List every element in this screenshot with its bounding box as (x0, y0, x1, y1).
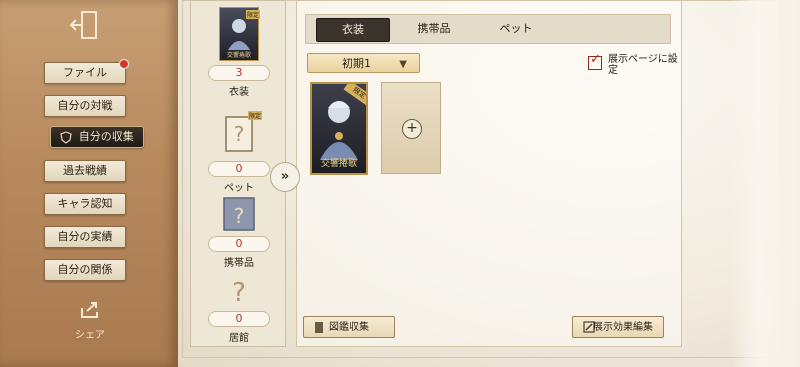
sidebar-item-label: 過去戦績 (63, 164, 107, 177)
costume-card[interactable]: 限定 交響捲歌 (310, 82, 368, 175)
collection-book-button[interactable]: 図鑑収集 (303, 316, 395, 338)
category-costume[interactable]: 限定 交響捲歌 3 衣装 (191, 7, 287, 98)
residence-mystery-icon: ? (224, 273, 254, 308)
sidebar-item-my-collection[interactable]: 自分の収集 (50, 126, 144, 148)
notification-dot (119, 59, 129, 69)
sidebar-item-label: 自分の収集 (78, 130, 134, 143)
expand-chevron-icon[interactable]: » (270, 162, 300, 192)
collection-book-label: 図鑑収集 (329, 322, 369, 333)
residence-label: 居館 (229, 333, 249, 344)
showpage-label: 展示ページに設定 (608, 54, 678, 76)
exit-door-icon[interactable] (68, 8, 102, 42)
sidebar-item-file[interactable]: ファイル (44, 59, 129, 84)
filter-dropdown[interactable]: 初期1 ▼ (307, 53, 420, 73)
pet-count: 0 (208, 161, 270, 177)
tab-costume[interactable]: 衣装 (316, 18, 390, 42)
sidebar-item-my-relations[interactable]: 自分の関係 (44, 259, 126, 281)
share-label: シェア (75, 330, 105, 341)
share-icon (81, 302, 98, 318)
sidebar-item-my-matches[interactable]: 自分の対戦 (44, 95, 126, 117)
character-portrait-icon (320, 101, 358, 160)
costume-mini-card: 限定 交響捲歌 (219, 7, 260, 61)
sidebar-item-label: 自分の実績 (57, 230, 113, 243)
character-portrait-icon (228, 19, 250, 50)
add-slot[interactable]: + (381, 82, 441, 174)
sidebar-item-label: 自分の対戦 (57, 99, 113, 112)
category-tabs: 衣装 携帯品 ペット (305, 14, 671, 44)
category-residence[interactable]: ? 0 居館 (191, 273, 287, 344)
pet-mystery-icon: ? 限定 (222, 111, 262, 157)
filter-selected: 初期1 (342, 57, 371, 70)
sidebar-item-past-records[interactable]: 過去戦績 (44, 160, 126, 182)
mini-card-name: 交響捲歌 (226, 52, 251, 59)
edit-effect-label: 展示効果編集 (593, 322, 653, 333)
residence-count: 0 (208, 311, 270, 327)
edit-effect-button[interactable]: 展示効果編集 (572, 316, 664, 338)
sidebar-item-my-achievements[interactable]: 自分の実績 (44, 226, 126, 248)
tab-accessory[interactable]: 携帯品 (398, 18, 470, 40)
sidebar-item-label: 自分の関係 (57, 263, 113, 276)
chevron-down-icon: ▼ (399, 59, 407, 70)
svg-text:?: ? (232, 278, 246, 307)
showpage-toggle[interactable]: ✓ 展示ページに設定 (588, 52, 678, 76)
svg-text:?: ? (234, 122, 245, 146)
costume-label: 衣装 (229, 87, 249, 98)
limited-badge: 限定 (247, 111, 262, 120)
shield-icon (60, 130, 72, 144)
plus-icon: + (402, 119, 422, 139)
accessory-mystery-icon: ? (222, 196, 256, 232)
sidebar-item-label: キャラ認知 (57, 197, 113, 210)
costume-card-name: 交響捲歌 (320, 159, 357, 169)
showpage-checkbox[interactable]: ✓ (588, 52, 602, 70)
tab-pet[interactable]: ペット (480, 18, 552, 40)
left-sidebar: ファイル 自分の対戦 自分の収集 過去戦績 キャラ認知 自分の実績 自分の関係 … (0, 0, 178, 367)
accessory-label: 携帯品 (224, 258, 254, 269)
category-accessory[interactable]: ? 0 携帯品 (191, 196, 287, 269)
share-button[interactable]: シェア (70, 300, 110, 341)
sidebar-item-character-recognition[interactable]: キャラ認知 (44, 193, 126, 215)
svg-text:?: ? (234, 204, 245, 228)
accessory-count: 0 (208, 236, 270, 252)
sidebar-item-label: ファイル (63, 66, 107, 79)
checkmark-icon: ✓ (590, 52, 601, 67)
costume-count: 3 (208, 65, 270, 81)
light-glare (730, 0, 800, 367)
